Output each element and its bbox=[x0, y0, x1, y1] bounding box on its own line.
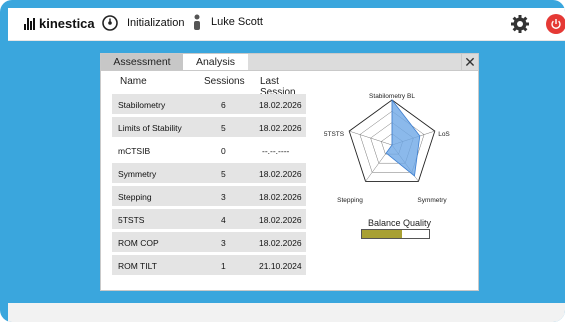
tab-bar: Assessment Analysis ✕ bbox=[101, 54, 478, 71]
row-sessions: 4 bbox=[221, 215, 226, 225]
table-row[interactable]: Limits of Stability 5 18.02.2026 bbox=[112, 117, 306, 137]
table-row[interactable]: Stabilometry 6 18.02.2026 bbox=[112, 94, 306, 114]
table-header: Name Sessions Last Session bbox=[117, 76, 307, 98]
table-row[interactable]: ROM TILT 1 21.10.2024 bbox=[112, 255, 306, 275]
row-sessions: 3 bbox=[221, 192, 226, 202]
row-last-session: 21.10.2024 bbox=[259, 261, 302, 271]
row-last-session: 18.02.2026 bbox=[259, 238, 302, 248]
row-name: ROM COP bbox=[118, 238, 159, 248]
radar-series-area bbox=[385, 98, 421, 177]
logo-bars-icon bbox=[24, 17, 35, 30]
row-last-session: 18.02.2026 bbox=[259, 192, 302, 202]
tab-assessment[interactable]: Assessment bbox=[101, 54, 183, 70]
row-name: 5TSTS bbox=[118, 215, 145, 225]
stopwatch-icon bbox=[102, 15, 118, 31]
radar-axis-line bbox=[349, 130, 393, 146]
row-name: Stabilometry bbox=[118, 100, 166, 110]
row-last-session: 18.02.2026 bbox=[259, 100, 302, 110]
balance-quality-fill bbox=[362, 230, 403, 238]
table-row[interactable]: 5TSTS 4 18.02.2026 bbox=[112, 209, 306, 229]
row-sessions: 1 bbox=[221, 261, 226, 271]
radar-axis-label: Symmetry bbox=[417, 197, 447, 204]
row-name: Stepping bbox=[118, 192, 152, 202]
radar-chart: Stabilometry BL LoS Symmetry Stepping 5T… bbox=[324, 93, 451, 204]
user-name: Luke Scott bbox=[211, 16, 263, 28]
person-icon bbox=[194, 14, 200, 30]
radar-axis-label: Stabilometry BL bbox=[369, 93, 415, 100]
balance-quality-label: Balance Quality bbox=[368, 218, 432, 228]
user-indicator[interactable]: Luke Scott bbox=[193, 14, 263, 30]
table-row[interactable]: mCTSIB 0 --.--.---- bbox=[112, 140, 306, 160]
row-sessions: 6 bbox=[221, 100, 226, 110]
tab-analysis[interactable]: Analysis bbox=[183, 54, 248, 70]
bottom-bar bbox=[8, 303, 565, 322]
session-label: Initialization bbox=[127, 17, 185, 29]
row-sessions: 3 bbox=[221, 238, 226, 248]
row-last-session: --.--.---- bbox=[262, 146, 290, 156]
session-indicator[interactable]: Initialization bbox=[101, 14, 184, 32]
gear-icon[interactable] bbox=[510, 14, 530, 34]
table-row[interactable]: ROM COP 3 18.02.2026 bbox=[112, 232, 306, 252]
row-sessions: 5 bbox=[221, 169, 226, 179]
row-sessions: 5 bbox=[221, 123, 226, 133]
row-name: Symmetry bbox=[118, 169, 157, 179]
power-button[interactable] bbox=[546, 14, 565, 34]
balance-quality-bar bbox=[361, 229, 430, 239]
power-icon bbox=[551, 19, 561, 29]
app-frame: kinestica Initialization Luke Scott Asse… bbox=[0, 0, 565, 322]
row-last-session: 18.02.2026 bbox=[259, 215, 302, 225]
logo-text: kinestica bbox=[39, 16, 95, 31]
column-header-name: Name bbox=[120, 76, 147, 87]
table-row[interactable]: Symmetry 5 18.02.2026 bbox=[112, 163, 306, 183]
row-last-session: 18.02.2026 bbox=[259, 123, 302, 133]
radar-axis-label: Stepping bbox=[337, 197, 363, 204]
column-header-sessions: Sessions bbox=[204, 76, 245, 87]
table-row[interactable]: Stepping 3 18.02.2026 bbox=[112, 186, 306, 206]
row-sessions: 0 bbox=[221, 146, 226, 156]
row-name: mCTSIB bbox=[118, 146, 151, 156]
row-name: Limits of Stability bbox=[118, 123, 182, 133]
top-bar: kinestica Initialization Luke Scott bbox=[8, 8, 565, 41]
row-last-session: 18.02.2026 bbox=[259, 169, 302, 179]
radar-axis-label: LoS bbox=[438, 131, 450, 138]
app-logo: kinestica bbox=[24, 16, 95, 31]
radar-axis-label: 5TSTS bbox=[324, 131, 345, 138]
close-button[interactable]: ✕ bbox=[461, 54, 478, 70]
row-name: ROM TILT bbox=[118, 261, 157, 271]
